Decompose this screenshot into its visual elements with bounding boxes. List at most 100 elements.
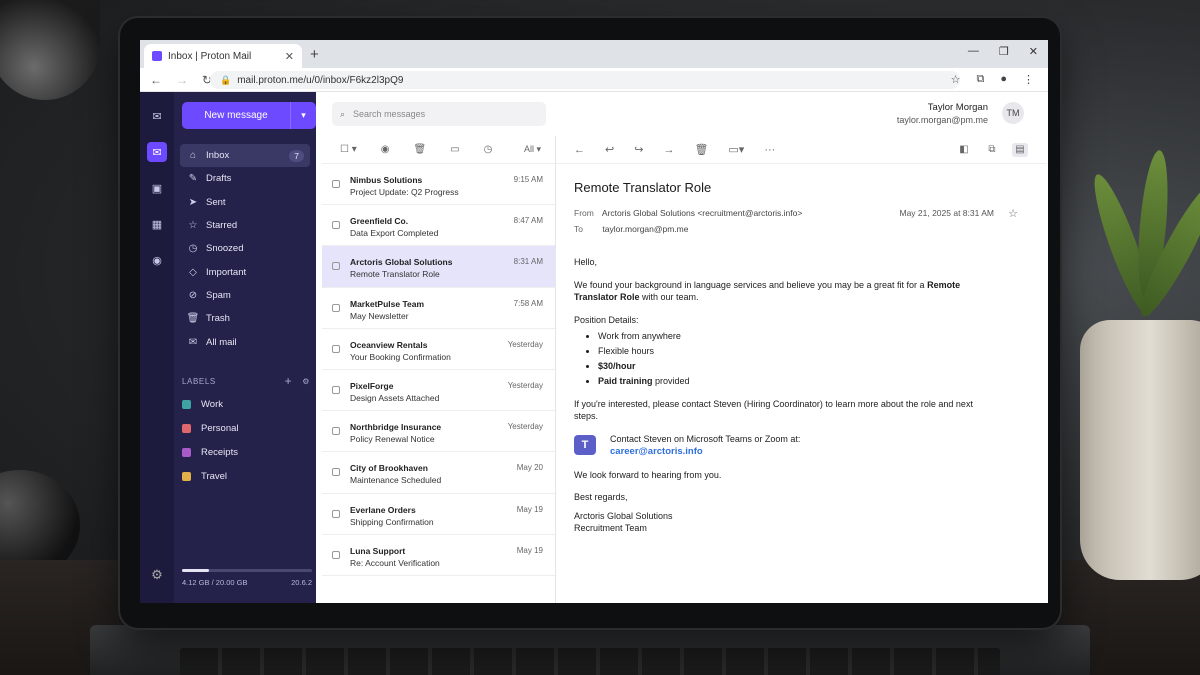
row-checkbox[interactable]: [332, 427, 340, 436]
back-icon[interactable]: ←: [150, 73, 162, 87]
list-item[interactable]: Luna Support Re: Account Verification May …: [322, 535, 555, 576]
sidebar-item-trash[interactable]: 🗑 Trash: [180, 307, 310, 330]
storage-meter: 4.12 GB / 20.00 GB 20.6.2: [182, 569, 312, 587]
row-subject: Remote Translator Role: [350, 269, 440, 280]
list-item[interactable]: Northbridge Insurance Policy Renewal Noti…: [322, 411, 555, 453]
minimize-icon[interactable]: —: [968, 45, 979, 58]
list-item[interactable]: Arctoris Global Solutions Remote Translat…: [322, 246, 555, 288]
label-name: Receipts: [201, 446, 238, 458]
sidebar-label-travel[interactable]: Travel: [182, 464, 310, 488]
new-tab-icon[interactable]: +: [310, 46, 319, 63]
sidebar-item-spam[interactable]: ⊘ Spam: [180, 284, 310, 307]
popout-icon[interactable]: ⧉: [984, 143, 1000, 157]
folder-label: All mail: [206, 336, 237, 348]
forward-icon[interactable]: →: [663, 144, 674, 156]
delete-icon[interactable]: 🗑: [694, 143, 708, 156]
list-item[interactable]: Greenfield Co. Data Export Completed 8:47 …: [322, 205, 555, 247]
sidebar-label-work[interactable]: Work: [182, 392, 310, 416]
new-message-button[interactable]: New message ▾: [182, 102, 316, 129]
row-checkbox[interactable]: [332, 303, 340, 312]
more-options-icon[interactable]: ···: [764, 144, 775, 156]
row-checkbox[interactable]: [332, 509, 340, 518]
sidebar-item-snoozed[interactable]: ◷ Snoozed: [180, 237, 310, 260]
inbox-app-icon[interactable]: ▣: [147, 178, 167, 198]
filter-dropdown[interactable]: All ▾: [524, 144, 541, 155]
row-time: May 19: [516, 545, 543, 555]
search-input[interactable]: ⌕ Search messages: [332, 102, 546, 126]
move-folder-icon[interactable]: ▭: [450, 144, 459, 155]
list-item[interactable]: MarketPulse Team May Newsletter 7:58 AM: [322, 288, 555, 329]
closing-line: We look forward to hearing from you.: [574, 469, 722, 480]
mark-read-eye-icon[interactable]: ◉: [381, 144, 390, 155]
recipient-address[interactable]: taylor.morgan@pm.me: [602, 224, 688, 234]
row-checkbox[interactable]: [332, 385, 340, 394]
list-item[interactable]: Oceanview Rentals Your Booking Confirmati…: [322, 329, 555, 370]
snooze-clock-icon[interactable]: ◷: [484, 144, 493, 155]
avatar[interactable]: TM: [1002, 102, 1024, 124]
row-sender: City of Brookhaven: [350, 463, 428, 474]
important-icon: ◇: [189, 266, 197, 278]
message-list: ☐ ▾ ◉ 🗑 ▭ ◷ All ▾ Nimbus Solutions Projec…: [322, 136, 556, 603]
row-checkbox[interactable]: [332, 344, 340, 353]
column-view-icon[interactable]: ◧: [956, 143, 972, 157]
forward-icon[interactable]: →: [176, 73, 188, 87]
profile-icon[interactable]: ●: [1000, 73, 1007, 86]
sidebar-item-all-mail[interactable]: ✉ All mail: [180, 330, 310, 353]
sidebar-item-starred[interactable]: ☆ Starred: [180, 214, 310, 237]
reading-pane-icon[interactable]: ▤: [1012, 142, 1028, 157]
maximize-icon[interactable]: ❐: [999, 45, 1009, 58]
settings-gear-icon[interactable]: ⚙: [151, 567, 163, 583]
reply-icon[interactable]: ↩: [605, 143, 614, 156]
row-sender: Luna Support: [350, 545, 406, 556]
menu-kebab-icon[interactable]: ⋮: [1023, 73, 1034, 86]
select-all-checkbox[interactable]: ☐ ▾: [340, 144, 357, 155]
reply-all-icon[interactable]: ↪: [634, 143, 643, 156]
url-field[interactable]: 🔒 mail.proton.me/u/0/inbox/F6kz2l3pQ9: [210, 71, 960, 89]
bookmark-star-icon[interactable]: ☆: [951, 73, 961, 86]
label-name: Personal: [201, 422, 239, 434]
all-mail-icon: ✉: [188, 336, 198, 348]
sidebar: New message ▾ ⌂ Inbox 7 ✎ Drafts ➤ Sent: [174, 92, 316, 603]
calendar-icon[interactable]: ▦: [147, 214, 167, 234]
sidebar-item-drafts[interactable]: ✎ Drafts: [180, 167, 310, 190]
close-tab-icon[interactable]: ✕: [285, 50, 294, 63]
sidebar-label-personal[interactable]: Personal: [182, 416, 310, 440]
list-item[interactable]: Everlane Orders Shipping Confirmation May …: [322, 494, 555, 535]
sidebar-label-receipts[interactable]: Receipts: [182, 440, 310, 464]
back-arrow-icon[interactable]: ←: [574, 144, 585, 156]
inbox-icon: ⌂: [189, 150, 197, 162]
vpn-icon[interactable]: ◉: [147, 250, 167, 270]
row-time: Yesterday: [507, 339, 543, 349]
row-checkbox[interactable]: [332, 468, 340, 477]
row-subject: Data Export Completed: [350, 228, 439, 239]
trash-icon[interactable]: 🗑: [414, 144, 427, 155]
browser-tab[interactable]: Inbox | Proton Mail ✕: [144, 44, 302, 68]
sidebar-item-important[interactable]: ◇ Important: [180, 260, 310, 283]
row-checkbox[interactable]: [332, 221, 340, 230]
detail-item: Paid training provided: [598, 375, 994, 388]
star-message-icon[interactable]: ☆: [1008, 207, 1018, 220]
user-info[interactable]: Taylor Morgan taylor.morgan@pm.me: [897, 102, 988, 125]
chevron-down-icon[interactable]: ▾: [290, 102, 316, 129]
extensions-icon[interactable]: ⧉: [976, 73, 984, 86]
label-settings-icon[interactable]: ⚙: [302, 377, 310, 386]
row-checkbox[interactable]: [332, 262, 340, 271]
to-label: To: [574, 224, 583, 234]
row-time: 8:31 AM: [513, 257, 543, 267]
row-checkbox[interactable]: [332, 550, 340, 559]
add-label-icon[interactable]: +: [285, 374, 293, 388]
sidebar-item-sent[interactable]: ➤ Sent: [180, 191, 310, 214]
close-window-icon[interactable]: ✕: [1029, 45, 1038, 58]
list-item[interactable]: City of Brookhaven Maintenance Scheduled M…: [322, 452, 555, 494]
row-checkbox[interactable]: [332, 180, 340, 188]
sender-address[interactable]: Arctoris Global Solutions <recruitment@a…: [602, 208, 802, 218]
contact-email-link[interactable]: career@arctoris.info: [610, 446, 703, 457]
sidebar-item-inbox[interactable]: ⌂ Inbox 7: [180, 144, 310, 168]
list-item[interactable]: PixelForge Design Assets Attached Yesterda…: [322, 370, 555, 412]
move-to-folder-icon[interactable]: ▭▾: [728, 143, 744, 156]
mail-app-icon[interactable]: ✉: [147, 142, 167, 162]
proton-logo-icon[interactable]: ✉: [147, 106, 167, 126]
message-rows: Nimbus Solutions Project Update: Q2 Progr…: [322, 164, 555, 576]
list-item[interactable]: Nimbus Solutions Project Update: Q2 Progr…: [322, 164, 555, 206]
unread-badge: 7: [289, 149, 304, 162]
